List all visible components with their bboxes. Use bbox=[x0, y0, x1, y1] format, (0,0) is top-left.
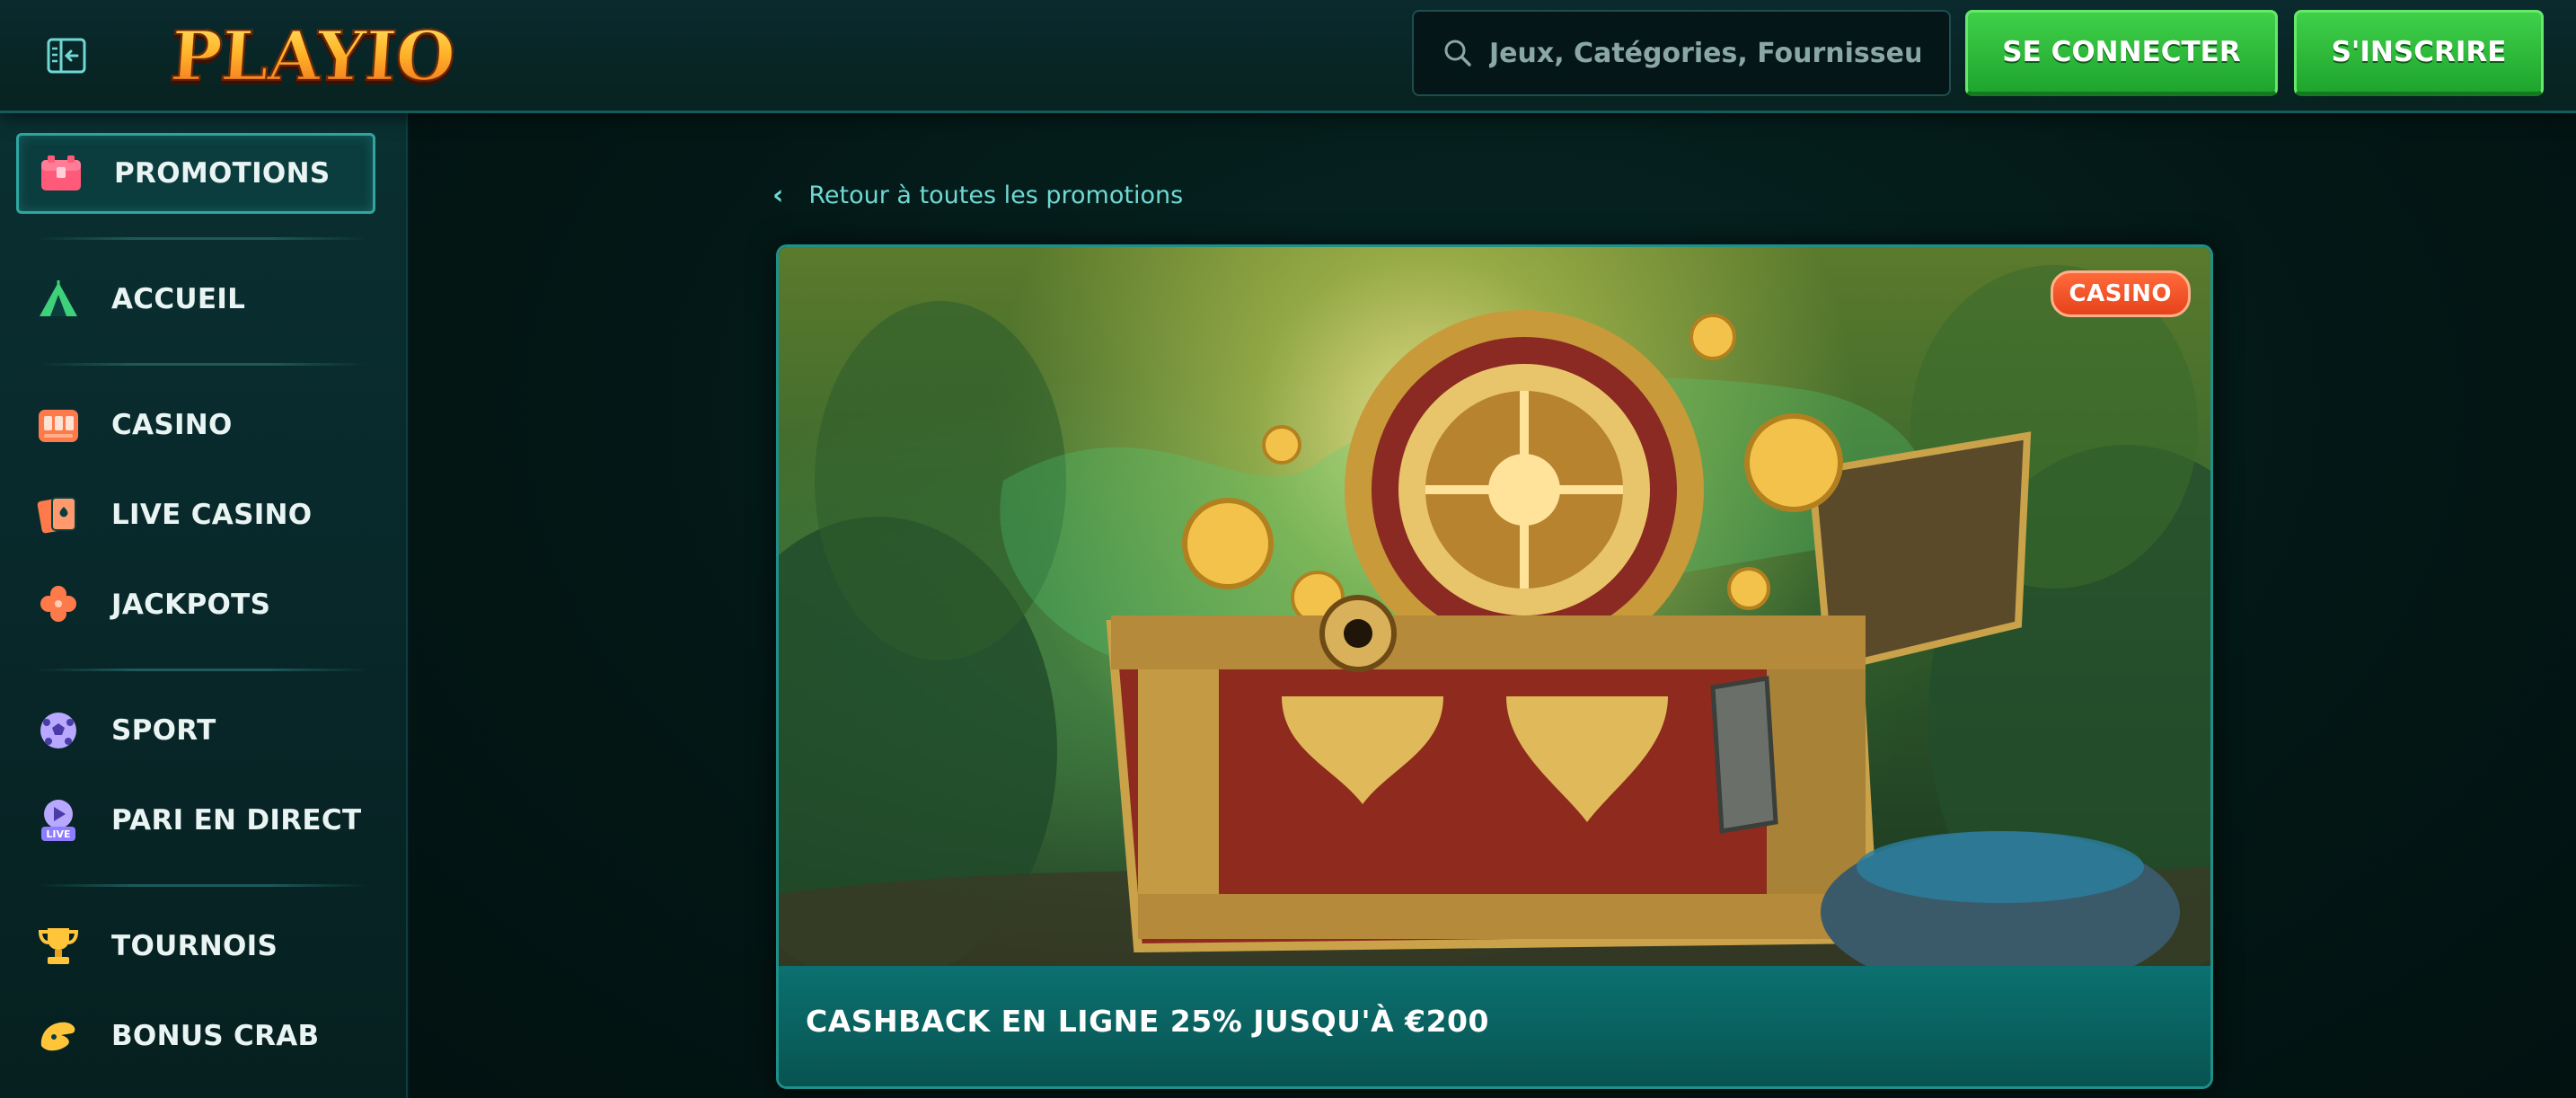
sidebar-item-label: JACKPOTS bbox=[111, 589, 271, 621]
sidebar-item-label: CASINO bbox=[111, 409, 233, 441]
back-to-promotions-link[interactable]: ‹ Retour à toutes les promotions bbox=[772, 180, 1183, 211]
category-badge: CASINO bbox=[2050, 270, 2191, 317]
promo-image: CASINO bbox=[779, 247, 2210, 993]
search-input[interactable] bbox=[1489, 37, 1920, 69]
sidebar-item-label: ACCUEIL bbox=[111, 283, 246, 315]
sidebar-item-jackpots[interactable]: JACKPOTS bbox=[16, 564, 375, 645]
promo-card[interactable]: CASINO CASHBACK EN LIGNE 25% JUSQU'À €20… bbox=[776, 244, 2213, 1089]
nav-divider bbox=[36, 884, 368, 887]
sidebar-item-live-casino[interactable]: LIVE CASINO bbox=[16, 474, 375, 555]
login-button[interactable]: SE CONNECTER bbox=[1965, 10, 2278, 96]
playing-cards-icon bbox=[36, 492, 81, 537]
nav-divider bbox=[36, 237, 368, 240]
top-header: PLAYIO SE CONNECTER S'INSCRIRE bbox=[0, 0, 2576, 113]
sidebar-item-promotions[interactable]: PROMOTIONS bbox=[16, 133, 375, 214]
crab-claw-icon bbox=[36, 1014, 81, 1058]
search-box[interactable] bbox=[1412, 10, 1951, 96]
sidebar-item-label: LIVE CASINO bbox=[111, 499, 313, 531]
signup-button[interactable]: S'INSCRIRE bbox=[2294, 10, 2544, 96]
sidebar-nav: PROMOTIONS ACCUEIL CASINO LIVE CASINO JA… bbox=[0, 113, 408, 1098]
playio-logo[interactable]: PLAYIO bbox=[167, 13, 458, 99]
sidebar-item-sport[interactable]: SPORT bbox=[16, 690, 375, 771]
sidebar-item-accueil[interactable]: ACCUEIL bbox=[16, 259, 375, 340]
live-play-icon: LIVE bbox=[36, 798, 81, 843]
sidebar-item-tournois[interactable]: TOURNOIS bbox=[16, 906, 375, 987]
sidebar-item-label: SPORT bbox=[111, 714, 216, 747]
soccer-ball-icon bbox=[36, 708, 81, 753]
sidebar-collapse-icon bbox=[47, 38, 86, 74]
sidebar-item-pari-en-direct[interactable]: LIVE PARI EN DIRECT bbox=[16, 780, 375, 861]
promo-caption-bar: CASHBACK EN LIGNE 25% JUSQU'À €200 bbox=[779, 966, 2210, 1086]
treasure-chest-roulette-illustration bbox=[779, 265, 2210, 993]
sidebar-toggle-button[interactable] bbox=[41, 32, 92, 79]
nav-divider bbox=[36, 363, 368, 366]
sidebar-item-label: TOURNOIS bbox=[111, 930, 278, 962]
nav-divider bbox=[36, 669, 368, 671]
sidebar-item-label: BONUS CRAB bbox=[111, 1020, 320, 1052]
trophy-icon bbox=[36, 924, 81, 969]
chevron-left-icon: ‹ bbox=[772, 180, 784, 211]
svg-text:LIVE: LIVE bbox=[46, 828, 70, 840]
slot-machine-icon bbox=[36, 403, 81, 447]
back-link-label: Retour à toutes les promotions bbox=[808, 182, 1184, 209]
promo-title: CASHBACK EN LIGNE 25% JUSQU'À €200 bbox=[806, 1003, 1489, 1039]
sidebar-item-label: PROMOTIONS bbox=[114, 157, 331, 190]
tent-icon bbox=[36, 277, 81, 322]
sidebar-item-bonus-crab[interactable]: BONUS CRAB bbox=[16, 996, 375, 1076]
sidebar-item-label: PARI EN DIRECT bbox=[111, 804, 362, 837]
search-icon bbox=[1444, 40, 1471, 66]
treasure-chest-icon bbox=[39, 151, 84, 196]
sidebar-item-casino[interactable]: CASINO bbox=[16, 385, 375, 465]
clover-icon bbox=[36, 582, 81, 627]
logo-text: PLAYIO bbox=[167, 15, 458, 97]
